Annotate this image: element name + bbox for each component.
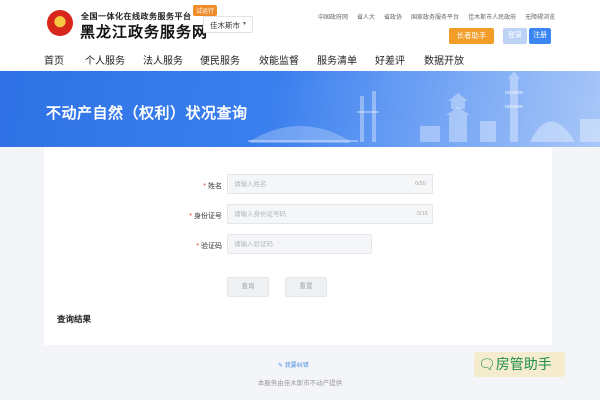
trial-badge: 试运行 xyxy=(193,5,218,16)
register-button[interactable]: 注册 xyxy=(529,28,551,44)
feedback-link[interactable]: ✎ 我要纠错 xyxy=(278,360,309,369)
watermark-text: 房管助手 xyxy=(495,356,552,372)
top-link-gov[interactable]: 中国政府网 xyxy=(318,15,348,21)
nav-item-supervision[interactable]: 效能监督 xyxy=(259,52,299,67)
nav-item-open-data[interactable]: 数据开放 xyxy=(424,52,464,67)
city-selector-label: 佳木斯市 xyxy=(210,21,240,30)
result-section-title: 查询结果 xyxy=(57,314,92,324)
query-form-panel: *姓名 0/50 *身份证号 0/18 *验证码 查询 重置 查询结果 xyxy=(44,147,552,345)
top-links: 中国政府网 省人大 省政协 国家政务服务平台 佳木斯市人民政府 无障碍浏览 xyxy=(318,12,564,21)
nav-item-personal[interactable]: 个人服务 xyxy=(85,52,125,67)
id-number-input[interactable] xyxy=(227,204,433,224)
query-button[interactable]: 查询 xyxy=(227,277,269,297)
watermark-logo: 🗨房管助手 xyxy=(474,352,565,377)
required-mark: * xyxy=(189,213,192,220)
national-emblem-icon xyxy=(47,10,73,36)
edit-icon: ✎ xyxy=(278,363,284,369)
site-header: 全国一体化在线政务服务平台 黑龙江政务服务网 试运行 佳木斯市 ▼ 中国政府网省… xyxy=(0,0,600,46)
nav-item-service-list[interactable]: 服务清单 xyxy=(317,52,357,67)
captcha-label: * 验证码 xyxy=(184,241,222,251)
city-selector[interactable]: 佳木斯市 ▼ xyxy=(203,16,253,33)
elder-assistant-button[interactable]: 长者助手 xyxy=(449,28,494,44)
nav-item-convenience[interactable]: 便民服务 xyxy=(200,52,240,67)
top-link-city-gov[interactable]: 佳木斯市人民政府 xyxy=(468,15,516,21)
service-provider-note: 本服务由佳木斯市不动产提供 xyxy=(257,380,343,387)
id-label-text: 身份证号 xyxy=(194,213,222,220)
id-char-count: 0/18 xyxy=(417,211,428,217)
name-input[interactable] xyxy=(227,174,433,194)
captcha-label-text: 验证码 xyxy=(201,243,222,250)
captcha-input[interactable] xyxy=(227,234,372,254)
name-label-text: 姓名 xyxy=(208,183,222,190)
nav-item-rating[interactable]: 好差评 xyxy=(375,52,405,67)
page-banner: 不动产自然（权利）状况查询 xyxy=(0,71,600,147)
caret-down-icon: ▼ xyxy=(242,21,247,27)
main-nav: 首页 个人服务 法人服务 便民服务 效能监督 服务清单 好差评 数据开放 xyxy=(0,46,600,71)
chat-bubble-icon: 🗨 xyxy=(478,356,496,372)
top-link-npc[interactable]: 省人大 xyxy=(357,15,375,21)
login-button[interactable]: 登录 xyxy=(503,28,527,44)
required-mark: * xyxy=(196,243,199,250)
feedback-link-label: 我要纠错 xyxy=(284,363,309,369)
top-link-national-platform[interactable]: 国家政务服务平台 xyxy=(411,15,459,21)
reset-button[interactable]: 重置 xyxy=(285,277,327,297)
id-label: * 身份证号 xyxy=(174,211,222,221)
nav-item-legal[interactable]: 法人服务 xyxy=(143,52,183,67)
page-title: 不动产自然（权利）状况查询 xyxy=(46,105,248,122)
top-link-cppcc[interactable]: 省政协 xyxy=(384,15,402,21)
name-label: * 姓名 xyxy=(184,181,222,191)
nav-item-home[interactable]: 首页 xyxy=(44,52,64,67)
top-link-accessibility[interactable]: 无障碍浏览 xyxy=(525,15,555,21)
site-title[interactable]: 黑龙江政务服务网 xyxy=(80,21,208,42)
name-char-count: 0/50 xyxy=(415,181,426,187)
required-mark: * xyxy=(203,183,206,190)
